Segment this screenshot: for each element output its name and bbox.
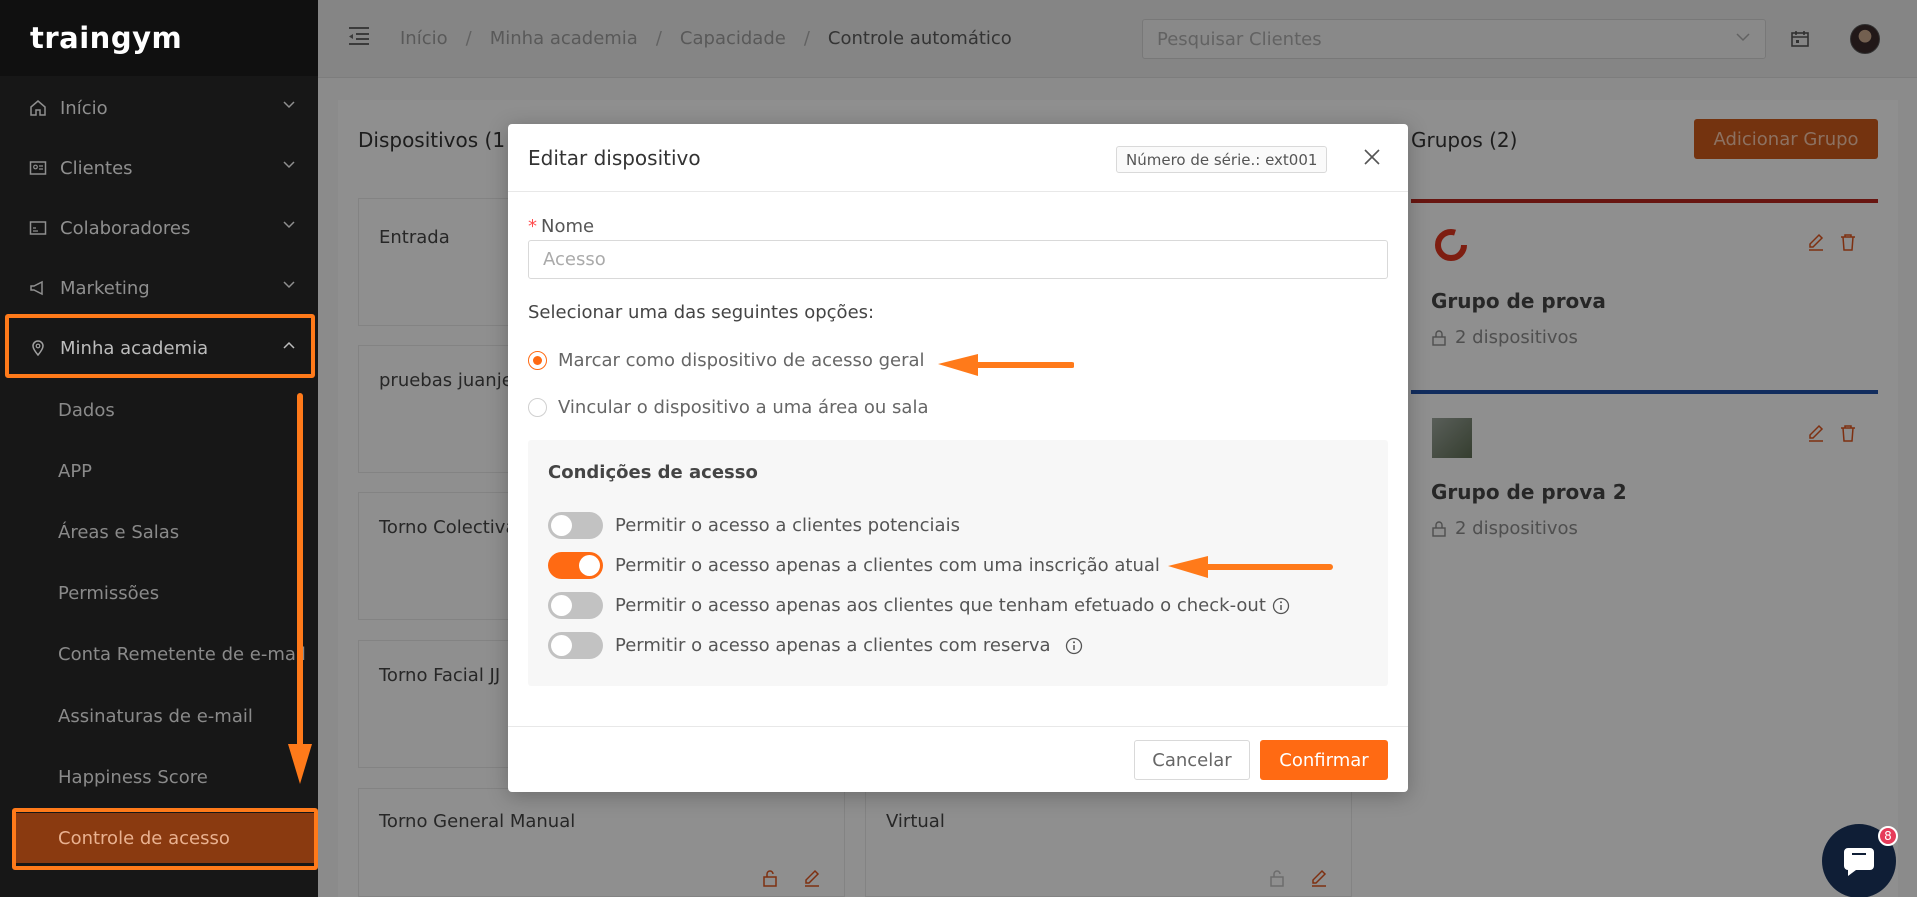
sidebar-subitem-happiness[interactable]: Happiness Score <box>0 752 318 802</box>
sidebar-subitem-areas-salas[interactable]: Áreas e Salas <box>0 507 318 557</box>
sidebar-item-clientes[interactable]: Clientes <box>0 140 318 196</box>
toggle-switch[interactable] <box>548 632 603 659</box>
sidebar-item-label: Marketing <box>60 277 150 299</box>
confirm-button[interactable]: Confirmar <box>1260 740 1388 780</box>
name-label: * Nome <box>528 216 594 237</box>
chat-badge: 8 <box>1878 826 1898 846</box>
chat-icon <box>1844 848 1874 876</box>
toggle-switch[interactable] <box>548 552 603 579</box>
highlight-box <box>12 808 318 870</box>
modal-title: Editar dispositivo <box>528 146 701 170</box>
radio-button[interactable] <box>528 398 547 417</box>
radio-button[interactable] <box>528 351 547 370</box>
required-mark: * <box>528 216 537 237</box>
serial-number-tag: Número de série.: ext001 <box>1116 146 1328 173</box>
name-label-text: Nome <box>541 216 595 237</box>
chevron-down-icon <box>283 161 295 169</box>
sidebar: traingym Início Clientes Colaboradores M… <box>0 0 318 897</box>
edit-device-modal: Editar dispositivo Número de série.: ext… <box>508 124 1408 792</box>
sidebar-item-marketing[interactable]: Marketing <box>0 260 318 316</box>
megaphone-icon <box>28 278 48 298</box>
highlight-box <box>5 314 315 378</box>
radio-label: Vincular o dispositivo a uma área ou sal… <box>558 397 929 418</box>
radio-label: Marcar como dispositivo de acesso geral <box>558 350 925 371</box>
sidebar-item-colaboradores[interactable]: Colaboradores <box>0 200 318 256</box>
select-options-label: Selecionar uma das seguintes opções: <box>528 302 875 323</box>
annotation-arrow-down <box>288 393 312 784</box>
toggle-switch[interactable] <box>548 512 603 539</box>
name-input-placeholder: Acesso <box>543 249 606 270</box>
condition-row: Permitir o acesso apenas a clientes com … <box>548 632 1083 659</box>
condition-row: Permitir o acesso apenas aos clientes qu… <box>548 592 1290 619</box>
condition-label: Permitir o acesso apenas a clientes com … <box>615 555 1160 576</box>
condition-row: Permitir o acesso a clientes potenciais <box>548 512 960 539</box>
name-input[interactable]: Acesso <box>528 240 1388 279</box>
cancel-button[interactable]: Cancelar <box>1134 740 1250 780</box>
radio-option-link-area[interactable]: Vincular o dispositivo a uma área ou sal… <box>528 397 928 418</box>
modal-header: Editar dispositivo Número de série.: ext… <box>508 124 1408 192</box>
radio-option-general-access[interactable]: Marcar como dispositivo de acesso geral <box>528 350 925 371</box>
sidebar-subitem-permissoes[interactable]: Permissões <box>0 568 318 618</box>
close-icon[interactable] <box>1363 148 1381 166</box>
condition-row: Permitir o acesso apenas a clientes com … <box>548 552 1160 579</box>
sidebar-subitem-app[interactable]: APP <box>0 446 318 496</box>
badge-icon <box>28 218 48 238</box>
condition-label: Permitir o acesso a clientes potenciais <box>615 515 960 536</box>
info-icon[interactable] <box>1065 637 1083 655</box>
info-icon[interactable] <box>1272 597 1290 615</box>
annotation-arrow-left <box>938 354 1074 376</box>
sidebar-item-label: Início <box>60 97 108 119</box>
toggle-switch[interactable] <box>548 592 603 619</box>
annotation-arrow-left <box>1168 556 1333 578</box>
sidebar-item-inicio[interactable]: Início <box>0 80 318 136</box>
home-icon <box>28 98 48 118</box>
condition-label: Permitir o acesso apenas aos clientes qu… <box>615 595 1266 616</box>
sidebar-subitem-dados[interactable]: Dados <box>0 385 318 435</box>
conditions-title: Condições de acesso <box>548 462 758 483</box>
sidebar-subitem-conta-remetente[interactable]: Conta Remetente de e-mail <box>0 629 318 679</box>
id-card-icon <box>28 158 48 178</box>
sidebar-item-label: Clientes <box>60 157 133 179</box>
sidebar-item-label: Colaboradores <box>60 217 191 239</box>
chevron-down-icon <box>283 101 295 109</box>
sidebar-subitem-assinaturas[interactable]: Assinaturas de e-mail <box>0 691 318 741</box>
app-logo[interactable]: traingym <box>0 0 318 76</box>
chevron-down-icon <box>283 221 295 229</box>
chevron-down-icon <box>283 281 295 289</box>
condition-label: Permitir o acesso apenas a clientes com … <box>615 635 1051 656</box>
